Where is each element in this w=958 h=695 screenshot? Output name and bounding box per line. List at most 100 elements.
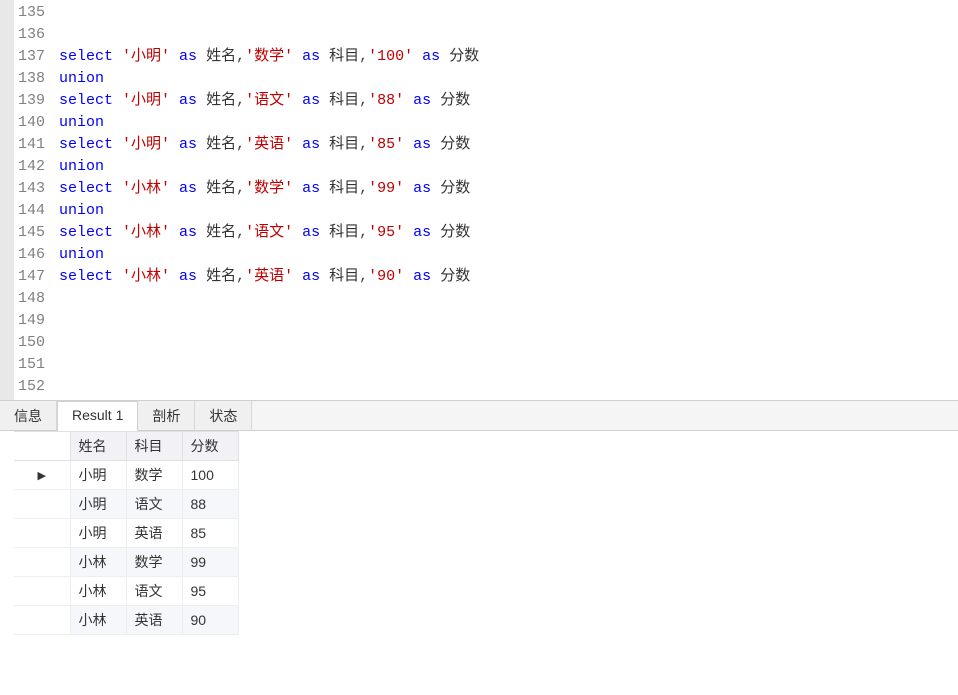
code-line[interactable] [59, 24, 952, 46]
code-content[interactable]: select '小明' as 姓名,'数学' as 科目,'100' as 分数… [53, 0, 958, 400]
bookmark-gutter [0, 0, 14, 400]
row-marker [14, 519, 70, 548]
token-str: '数学' [245, 48, 293, 65]
table-cell[interactable]: 90 [182, 606, 238, 635]
column-header[interactable]: 科目 [126, 432, 182, 461]
result-tabs: 信息Result 1剖析状态 [0, 401, 958, 431]
code-line[interactable]: select '小明' as 姓名,'数学' as 科目,'100' as 分数 [59, 46, 952, 68]
token-kw: as [170, 224, 206, 241]
table-row[interactable]: 小林数学99 [14, 548, 238, 577]
token-kw: as [170, 180, 206, 197]
row-marker [14, 490, 70, 519]
table-cell[interactable]: 88 [182, 490, 238, 519]
code-line[interactable]: union [59, 200, 952, 222]
token-str: '英语' [245, 268, 293, 285]
token-ident: 姓名 [206, 92, 236, 109]
table-header-row: 姓名科目分数 [14, 432, 238, 461]
line-number: 137 [18, 46, 45, 68]
token-comma: , [359, 48, 368, 65]
table-cell[interactable]: 95 [182, 577, 238, 606]
token-str: '小明' [122, 136, 170, 153]
table-cell[interactable]: 小林 [70, 548, 126, 577]
table-row[interactable]: ▶小明数学100 [14, 461, 238, 490]
table-row[interactable]: 小明语文88 [14, 490, 238, 519]
line-number: 141 [18, 134, 45, 156]
token-comma: , [359, 92, 368, 109]
result-table[interactable]: 姓名科目分数▶小明数学100小明语文88小明英语85小林数学99小林语文95小林… [14, 431, 239, 635]
token-kw: as [293, 224, 329, 241]
token-ident: 科目 [329, 224, 359, 241]
table-row[interactable]: 小林语文95 [14, 577, 238, 606]
token-comma: , [359, 268, 368, 285]
code-line[interactable]: select '小明' as 姓名,'英语' as 科目,'85' as 分数 [59, 134, 952, 156]
code-line[interactable]: union [59, 68, 952, 90]
table-cell[interactable]: 英语 [126, 606, 182, 635]
token-comma: , [236, 180, 245, 197]
tab-信息[interactable]: 信息 [0, 401, 57, 430]
tab-剖析[interactable]: 剖析 [138, 401, 195, 430]
code-line[interactable] [59, 376, 952, 398]
token-str: '小明' [122, 92, 170, 109]
code-line[interactable]: union [59, 244, 952, 266]
table-cell[interactable]: 语文 [126, 490, 182, 519]
table-cell[interactable]: 数学 [126, 548, 182, 577]
token-ident: 分数 [440, 268, 470, 285]
token-str: '小林' [122, 268, 170, 285]
code-line[interactable]: select '小林' as 姓名,'数学' as 科目,'99' as 分数 [59, 178, 952, 200]
token-comma: , [359, 136, 368, 153]
token-str: '英语' [245, 136, 293, 153]
token-comma: , [236, 92, 245, 109]
line-number: 135 [18, 2, 45, 24]
table-cell[interactable]: 小明 [70, 519, 126, 548]
token-kw: select [59, 268, 122, 285]
token-str: '小林' [122, 224, 170, 241]
token-kw: select [59, 180, 122, 197]
table-cell[interactable]: 小明 [70, 490, 126, 519]
line-number: 151 [18, 354, 45, 376]
token-ident: 姓名 [206, 224, 236, 241]
code-line[interactable] [59, 310, 952, 332]
token-kw: as [170, 92, 206, 109]
token-comma: , [236, 268, 245, 285]
token-comma: , [359, 224, 368, 241]
code-line[interactable]: select '小明' as 姓名,'语文' as 科目,'88' as 分数 [59, 90, 952, 112]
code-line[interactable] [59, 332, 952, 354]
table-cell[interactable]: 小林 [70, 606, 126, 635]
table-row[interactable]: 小林英语90 [14, 606, 238, 635]
table-cell[interactable]: 小林 [70, 577, 126, 606]
token-ident: 姓名 [206, 180, 236, 197]
code-line[interactable] [59, 288, 952, 310]
token-kw: as [170, 268, 206, 285]
code-line[interactable]: select '小林' as 姓名,'英语' as 科目,'90' as 分数 [59, 266, 952, 288]
token-str: '85' [368, 136, 404, 153]
token-kw: union [59, 70, 104, 87]
token-ident: 姓名 [206, 268, 236, 285]
table-cell[interactable]: 语文 [126, 577, 182, 606]
table-row[interactable]: 小明英语85 [14, 519, 238, 548]
code-line[interactable]: select '小林' as 姓名,'语文' as 科目,'95' as 分数 [59, 222, 952, 244]
table-cell[interactable]: 100 [182, 461, 238, 490]
code-line[interactable] [59, 2, 952, 24]
token-str: '小明' [122, 48, 170, 65]
table-cell[interactable]: 99 [182, 548, 238, 577]
table-cell[interactable]: 英语 [126, 519, 182, 548]
line-number: 146 [18, 244, 45, 266]
token-ident: 科目 [329, 48, 359, 65]
tab-状态[interactable]: 状态 [195, 401, 252, 430]
table-cell[interactable]: 小明 [70, 461, 126, 490]
token-ident: 分数 [440, 180, 470, 197]
code-line[interactable] [59, 354, 952, 376]
code-line[interactable]: union [59, 156, 952, 178]
row-marker: ▶ [14, 461, 70, 490]
table-cell[interactable]: 85 [182, 519, 238, 548]
column-header[interactable]: 分数 [182, 432, 238, 461]
token-kw: union [59, 114, 104, 131]
table-cell[interactable]: 数学 [126, 461, 182, 490]
token-kw: as [293, 48, 329, 65]
sql-editor[interactable]: 1351361371381391401411421431441451461471… [0, 0, 958, 401]
line-number: 142 [18, 156, 45, 178]
column-header[interactable]: 姓名 [70, 432, 126, 461]
token-kw: as [404, 92, 440, 109]
code-line[interactable]: union [59, 112, 952, 134]
tab-result-1[interactable]: Result 1 [57, 401, 138, 431]
